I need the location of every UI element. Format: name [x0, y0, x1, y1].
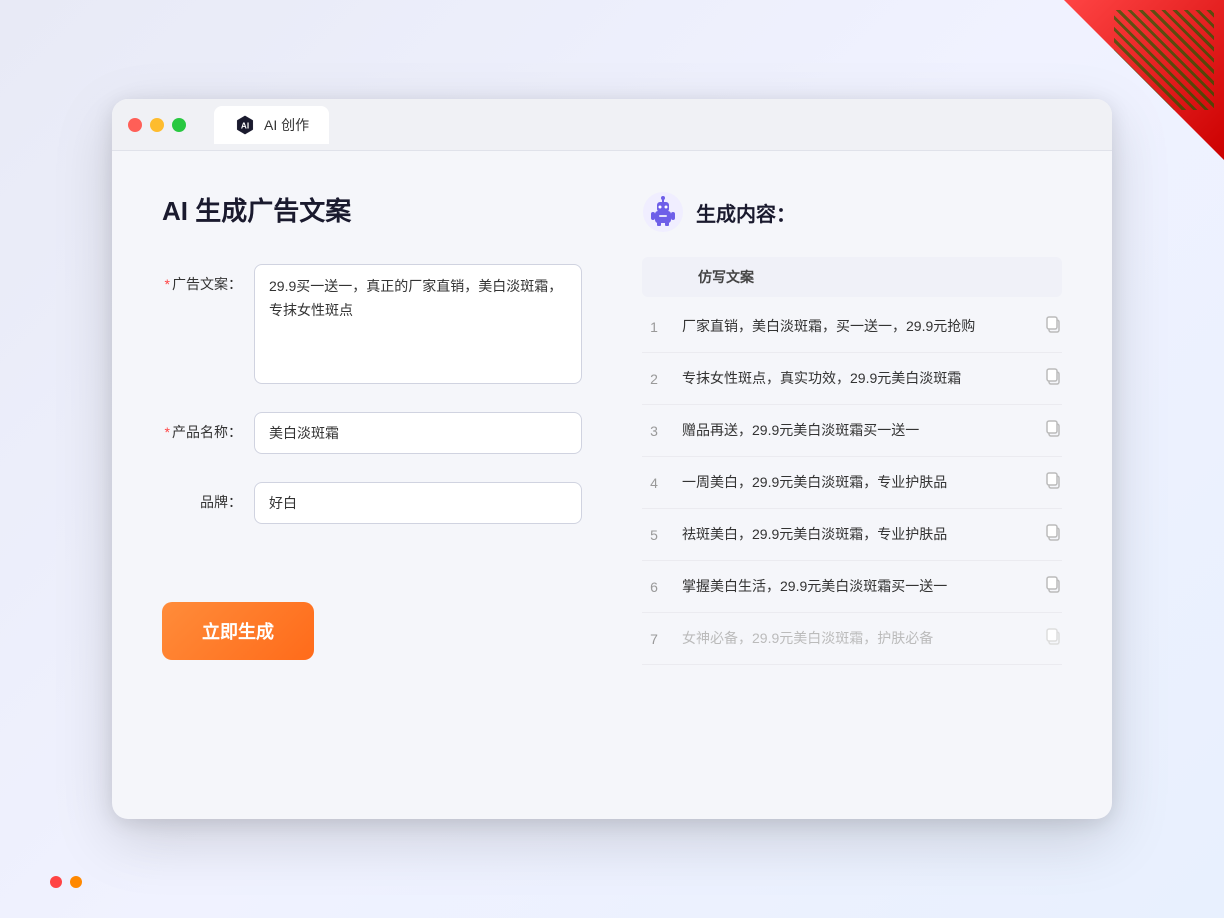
right-panel: 生成内容： 仿写文案 1 厂家直销，美白淡斑霜，买一送一，29.9元抢购 2 专抹女…	[642, 191, 1062, 779]
minimize-button[interactable]	[150, 118, 164, 132]
column-header: 仿写文案	[682, 257, 770, 297]
row-number: 3	[642, 423, 666, 439]
copy-icon[interactable]	[1044, 419, 1062, 442]
copy-icon[interactable]	[1044, 627, 1062, 650]
row-text: 掌握美白生活，29.9元美白淡斑霜买一送一	[682, 576, 1028, 597]
ai-tab-icon: AI	[234, 114, 256, 136]
copy-icon[interactable]	[1044, 575, 1062, 598]
left-panel: AI 生成广告文案 *广告文案： *产品名称： 品牌： 立	[162, 191, 582, 779]
table-row: 6 掌握美白生活，29.9元美白淡斑霜买一送一	[642, 561, 1062, 613]
bottom-decoration	[50, 876, 82, 888]
result-rows: 1 厂家直销，美白淡斑霜，买一送一，29.9元抢购 2 专抹女性斑点，真实功效，29…	[642, 301, 1062, 665]
tab-label: AI 创作	[264, 115, 309, 135]
close-button[interactable]	[128, 118, 142, 132]
dot-red	[50, 876, 62, 888]
brand-label: 品牌：	[162, 482, 242, 512]
page-title: AI 生成广告文案	[162, 191, 582, 228]
table-row: 7 女神必备，29.9元美白淡斑霜，护肤必备	[642, 613, 1062, 665]
copy-icon[interactable]	[1044, 315, 1062, 338]
row-number: 5	[642, 527, 666, 543]
dot-orange	[70, 876, 82, 888]
row-number: 6	[642, 579, 666, 595]
row-text: 厂家直销，美白淡斑霜，买一送一，29.9元抢购	[682, 316, 1028, 337]
required-star-ad: *	[165, 276, 170, 292]
brand-input[interactable]	[254, 482, 582, 524]
row-number: 2	[642, 371, 666, 387]
table-row: 5 祛斑美白，29.9元美白淡斑霜，专业护肤品	[642, 509, 1062, 561]
row-number: 7	[642, 631, 666, 647]
row-number: 4	[642, 475, 666, 491]
row-text: 女神必备，29.9元美白淡斑霜，护肤必备	[682, 628, 1028, 649]
product-name-label: *产品名称：	[162, 412, 242, 442]
row-text: 赠品再送，29.9元美白淡斑霜买一送一	[682, 420, 1028, 441]
title-bar: AI AI 创作	[112, 99, 1112, 151]
svg-text:AI: AI	[241, 121, 249, 130]
required-star-product: *	[165, 424, 170, 440]
ad-copy-group: *广告文案：	[162, 264, 582, 384]
copy-icon[interactable]	[1044, 367, 1062, 390]
main-content: AI 生成广告文案 *广告文案： *产品名称： 品牌： 立	[112, 151, 1112, 819]
table-row: 4 一周美白，29.9元美白淡斑霜，专业护肤品	[642, 457, 1062, 509]
table-row: 2 专抹女性斑点，真实功效，29.9元美白淡斑霜	[642, 353, 1062, 405]
row-text: 一周美白，29.9元美白淡斑霜，专业护肤品	[682, 472, 1028, 493]
generate-button[interactable]: 立即生成	[162, 602, 314, 660]
result-table: 仿写文案 1 厂家直销，美白淡斑霜，买一送一，29.9元抢购 2 专抹女性斑点，真实…	[642, 257, 1062, 665]
row-number: 1	[642, 319, 666, 335]
traffic-lights	[128, 118, 186, 132]
robot-icon	[642, 191, 684, 233]
row-text: 专抹女性斑点，真实功效，29.9元美白淡斑霜	[682, 368, 1028, 389]
product-name-input[interactable]	[254, 412, 582, 454]
result-header: 生成内容：	[642, 191, 1062, 233]
copy-icon[interactable]	[1044, 471, 1062, 494]
product-name-group: *产品名称：	[162, 412, 582, 454]
table-row: 1 厂家直销，美白淡斑霜，买一送一，29.9元抢购	[642, 301, 1062, 353]
maximize-button[interactable]	[172, 118, 186, 132]
brand-group: 品牌：	[162, 482, 582, 524]
copy-icon[interactable]	[1044, 523, 1062, 546]
ad-copy-label: *广告文案：	[162, 264, 242, 294]
browser-window: AI AI 创作 AI 生成广告文案 *广告文案： *产品名称：	[112, 99, 1112, 819]
row-text: 祛斑美白，29.9元美白淡斑霜，专业护肤品	[682, 524, 1028, 545]
table-row: 3 赠品再送，29.9元美白淡斑霜买一送一	[642, 405, 1062, 457]
table-header-row: 仿写文案	[642, 257, 1062, 297]
ad-copy-textarea[interactable]	[254, 264, 582, 384]
tab-ai-create[interactable]: AI AI 创作	[214, 106, 329, 144]
result-title: 生成内容：	[696, 198, 796, 227]
